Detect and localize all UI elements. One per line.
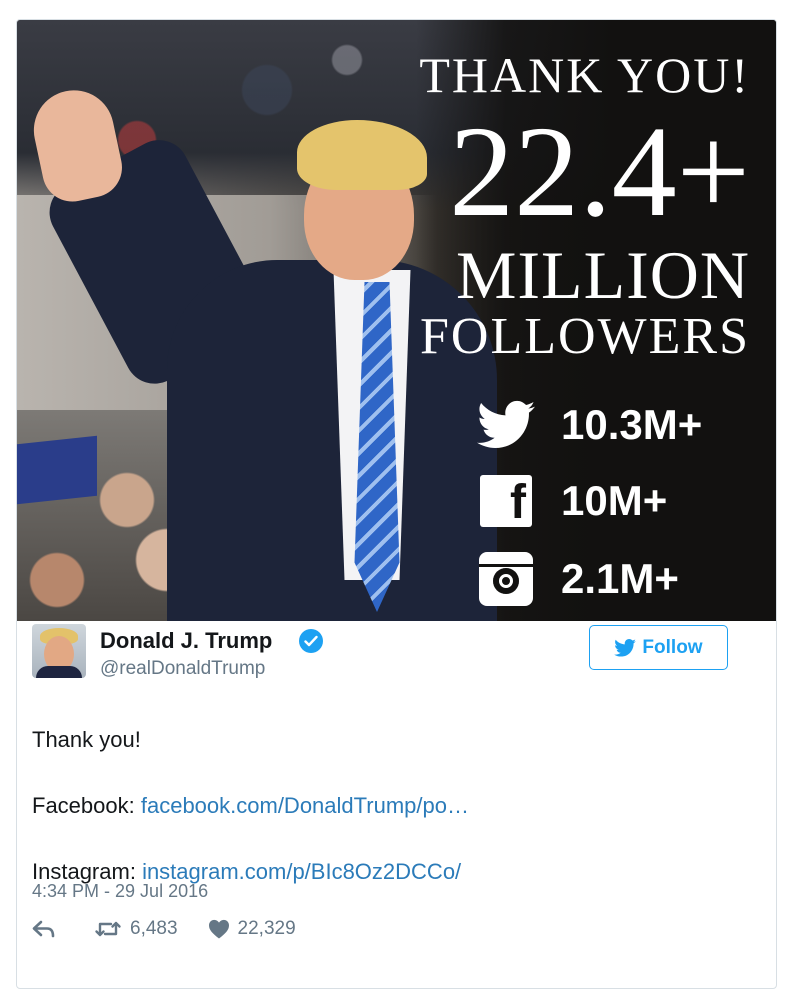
- avatar[interactable]: [32, 624, 86, 678]
- like-button[interactable]: 22,329: [208, 918, 296, 940]
- tweet-text-line: Thank you!: [32, 727, 141, 752]
- instagram-follower-count: 2.1M+: [561, 555, 679, 602]
- stat-facebook: f 10M+: [477, 472, 667, 530]
- retweet-count: 6,483: [130, 918, 178, 939]
- twitter-follower-count: 10.3M+: [561, 401, 703, 448]
- tweet-image[interactable]: THANK YOU! 22.4+ MILLION FOLLOWERS 10.3M…: [17, 20, 776, 621]
- follow-button-label: Follow: [642, 636, 703, 658]
- overlay-followers: FOLLOWERS: [420, 308, 750, 365]
- overlay-million: MILLION: [455, 237, 750, 313]
- facebook-label: Facebook:: [32, 793, 135, 818]
- heart-icon: [208, 919, 229, 939]
- tweet-facebook-line: Facebook: facebook.com/DonaldTrump/po…: [32, 793, 469, 819]
- tweet-timestamp[interactable]: 4:34 PM - 29 Jul 2016: [32, 881, 208, 902]
- user-handle[interactable]: @realDonaldTrump: [100, 658, 265, 680]
- retweet-icon: [95, 921, 121, 937]
- twitter-bird-icon: [477, 396, 535, 454]
- instagram-icon: [477, 550, 535, 608]
- facebook-link[interactable]: facebook.com/DonaldTrump/po…: [141, 793, 469, 818]
- retweet-button[interactable]: 6,483: [94, 918, 178, 940]
- hair: [297, 120, 427, 190]
- follow-button[interactable]: Follow: [589, 625, 728, 670]
- overlay-headline: THANK YOU!: [419, 47, 750, 103]
- stat-twitter: 10.3M+: [477, 396, 702, 454]
- like-count: 22,329: [237, 918, 296, 939]
- overlay-follower-count: 22.4+: [449, 100, 750, 244]
- verified-badge-icon: [299, 629, 323, 653]
- waving-hand: [26, 82, 128, 208]
- tweet-card: THANK YOU! 22.4+ MILLION FOLLOWERS 10.3M…: [16, 19, 777, 989]
- facebook-follower-count: 10M+: [561, 477, 668, 524]
- reply-icon: [32, 920, 55, 938]
- reply-button[interactable]: [32, 920, 56, 938]
- stat-instagram: 2.1M+: [477, 550, 679, 608]
- tweet-actions: 6,483 22,329: [32, 918, 296, 940]
- twitter-bird-icon: [614, 638, 637, 657]
- facebook-glyph: f: [480, 475, 532, 527]
- user-name[interactable]: Donald J. Trump: [100, 628, 272, 654]
- facebook-icon: f: [477, 472, 535, 530]
